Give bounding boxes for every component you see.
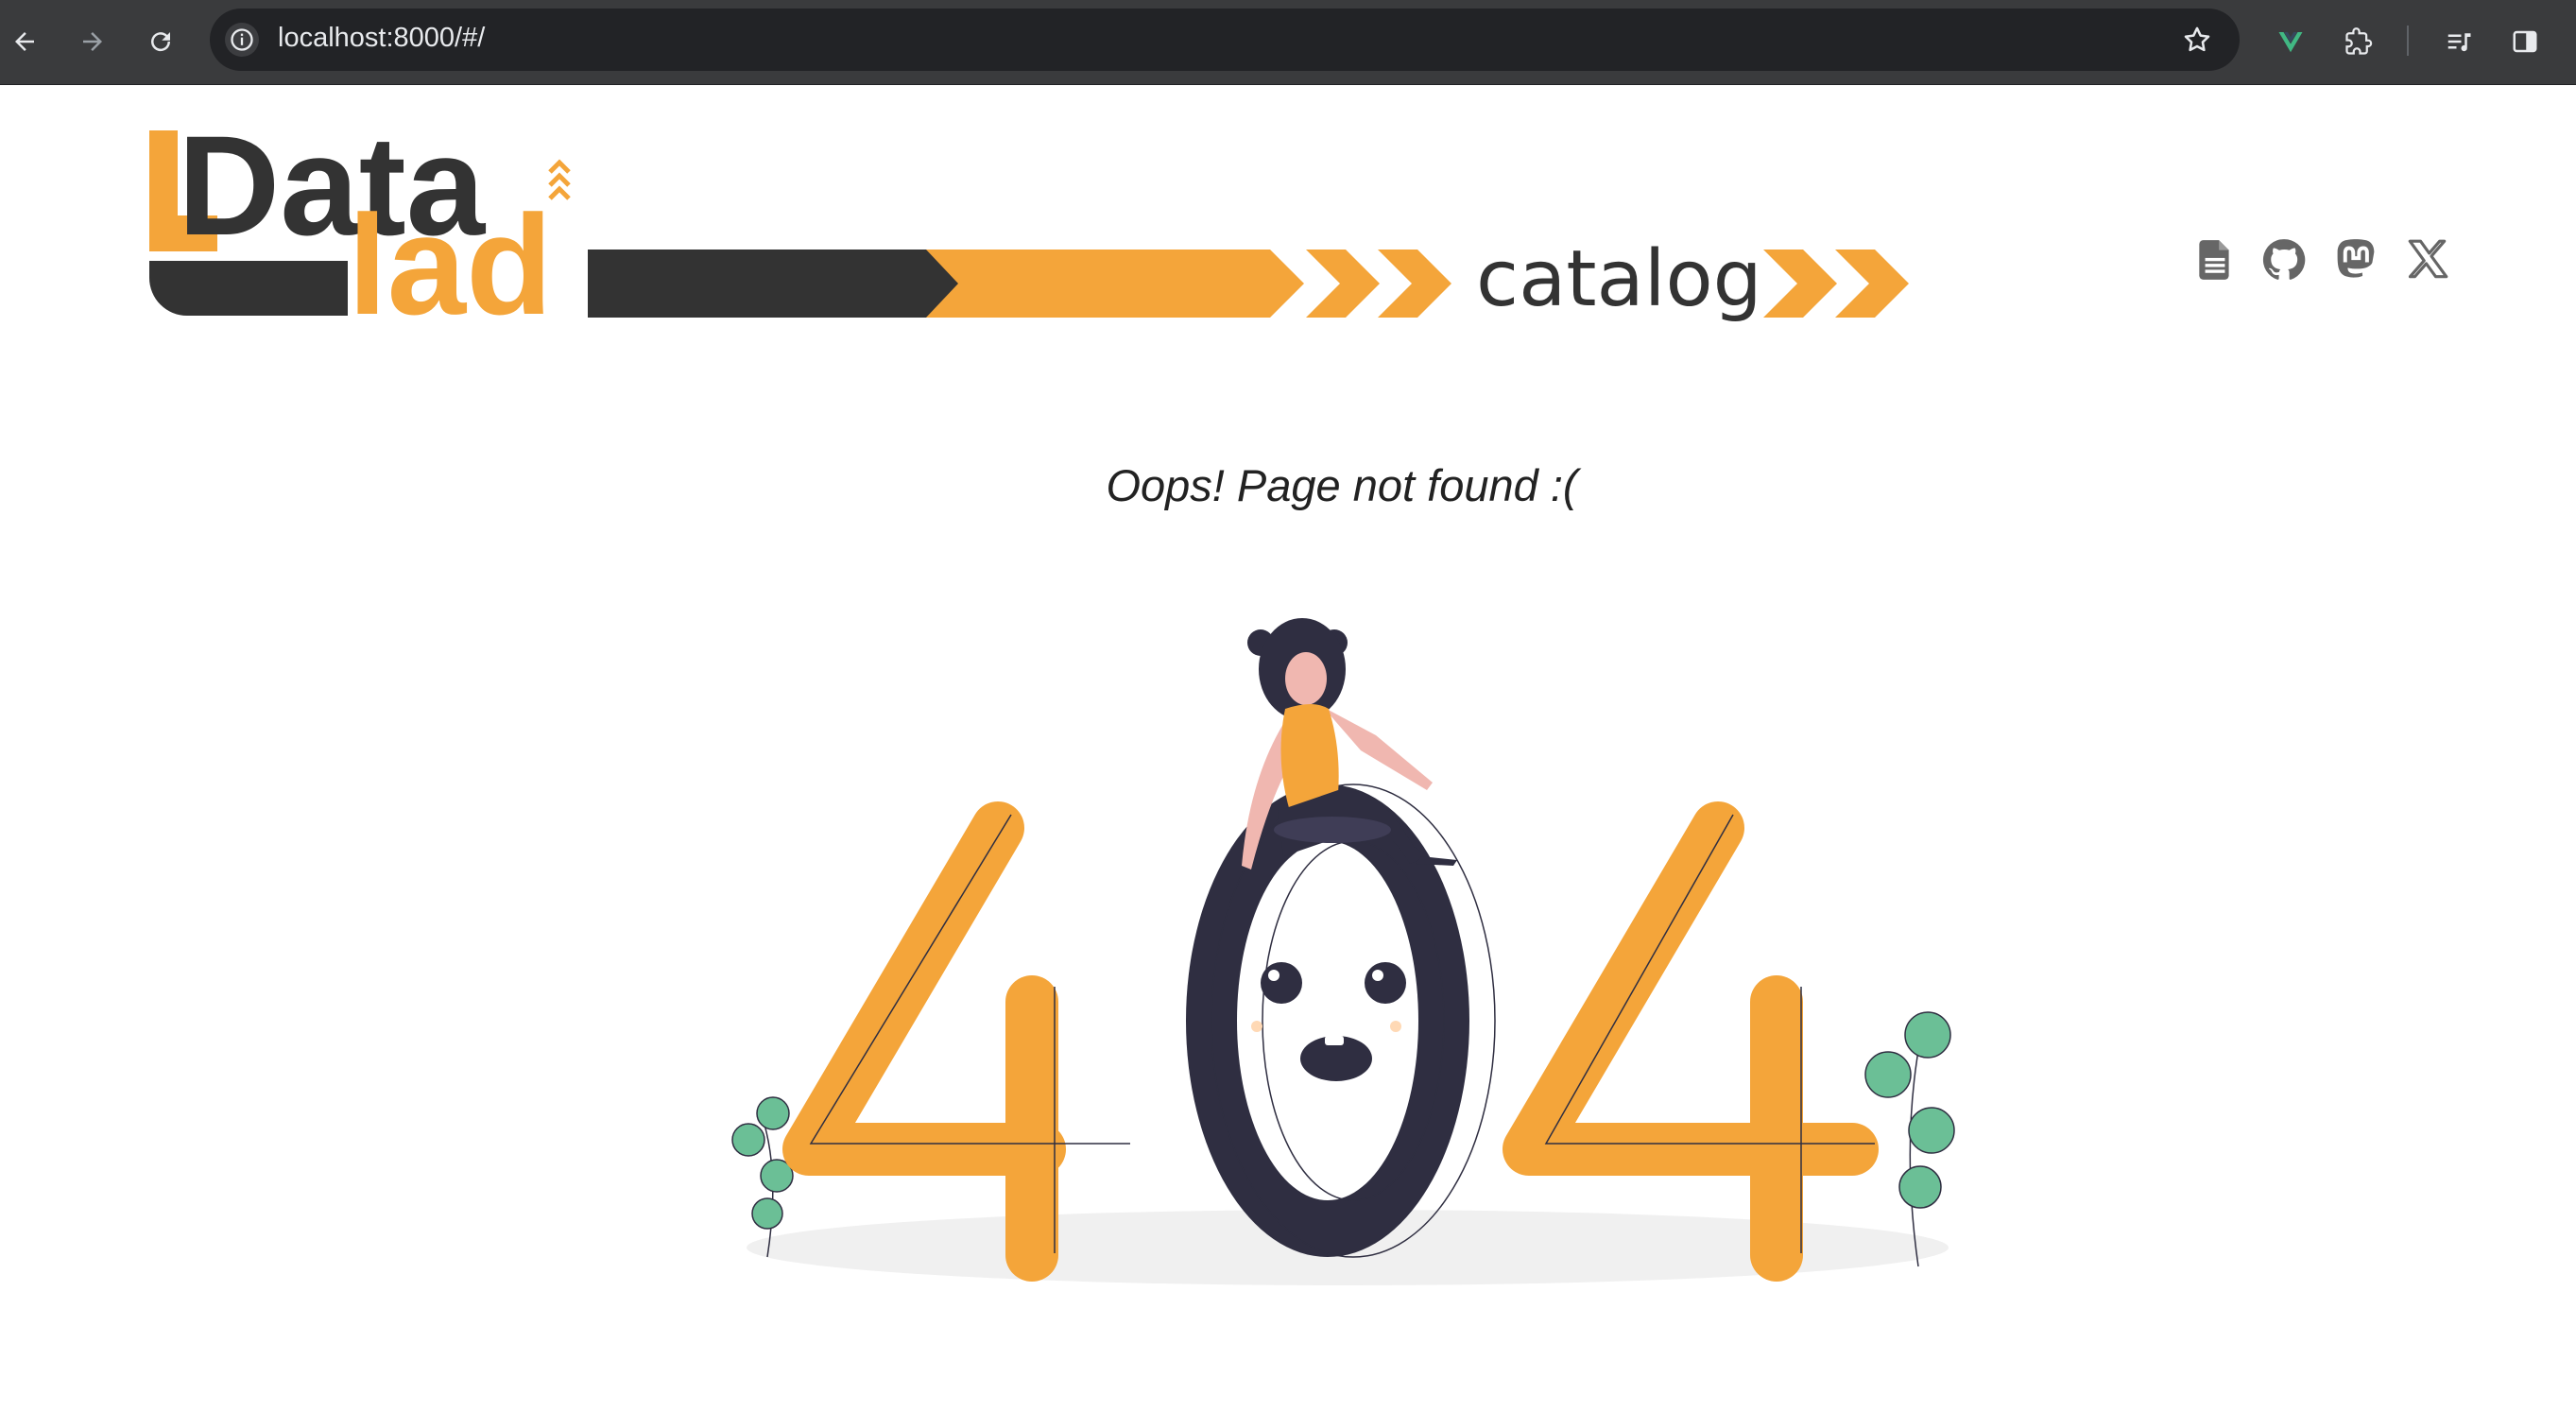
vue-devtools-icon[interactable] — [2266, 17, 2315, 66]
left-plant — [731, 1096, 794, 1258]
right-plant — [1864, 1011, 1955, 1267]
x-icon[interactable] — [2402, 234, 2453, 285]
github-icon[interactable] — [2258, 234, 2310, 285]
browser-toolbar: localhost:8000/#/ — [0, 0, 2576, 85]
not-found-message: Oops! Page not found :( — [1106, 460, 1578, 510]
404-illustration — [731, 618, 1955, 1285]
side-panel-icon[interactable] — [2500, 17, 2550, 66]
svg-text:lad: lad — [348, 185, 553, 331]
reading-list-icon[interactable] — [2434, 17, 2483, 66]
url-text[interactable]: localhost:8000/#/ — [278, 23, 485, 54]
toolbar-divider — [2407, 26, 2409, 56]
site-info-icon[interactable] — [225, 23, 259, 57]
address-bar[interactable]: localhost:8000/#/ — [210, 9, 2240, 71]
mastodon-icon[interactable] — [2330, 234, 2381, 285]
logo-catalog-text: catalog — [1476, 234, 1762, 324]
bookmark-star-icon[interactable] — [2181, 24, 2213, 56]
forward-arrow-icon[interactable] — [68, 17, 117, 66]
back-arrow-icon[interactable] — [0, 17, 49, 66]
digit-zero — [1186, 783, 1496, 1258]
extensions-icon[interactable] — [2334, 17, 2383, 66]
digit-four-right — [1503, 801, 1879, 1282]
document-icon[interactable] — [2190, 234, 2241, 285]
reload-icon[interactable] — [136, 17, 185, 66]
digit-four-left — [782, 801, 1130, 1282]
